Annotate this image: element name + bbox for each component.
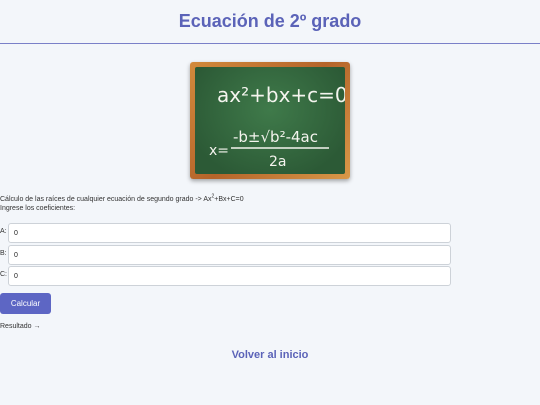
calculate-button[interactable]: Calcular bbox=[0, 293, 51, 314]
formula-denominator: 2a bbox=[269, 154, 287, 170]
coefficient-a-input[interactable] bbox=[8, 223, 451, 243]
back-link-container: Volver al inicio bbox=[0, 345, 540, 363]
coefficient-b-input[interactable] bbox=[8, 245, 451, 265]
result-label: Resultado → bbox=[0, 323, 41, 330]
coefficient-c-input[interactable] bbox=[8, 266, 451, 286]
back-to-home-link[interactable]: Volver al inicio bbox=[232, 349, 309, 361]
description-text: Cálculo de las raíces de cualquier ecuac… bbox=[0, 196, 212, 203]
description-equation-tail: +Bx+C=0 bbox=[214, 196, 244, 203]
formula-equation: ax²+bx+c=0 bbox=[217, 83, 345, 107]
chalkboard-image: ax²+bx+c=0 x= -b±√b²-4ac 2a bbox=[190, 62, 350, 179]
field-row-a: A: bbox=[0, 223, 451, 243]
field-label-c: C: bbox=[0, 271, 7, 278]
description-line-2: Ingrese los coeficientes: bbox=[0, 205, 76, 212]
header: Ecuación de 2º grado bbox=[0, 0, 540, 44]
field-row-c: C: bbox=[0, 266, 451, 286]
formula-drawing: ax²+bx+c=0 x= -b±√b²-4ac 2a bbox=[209, 83, 345, 170]
description-line-1: Cálculo de las raíces de cualquier ecuac… bbox=[0, 194, 540, 204]
page-title: Ecuación de 2º grado bbox=[178, 11, 362, 31]
chalkboard-surface: ax²+bx+c=0 x= -b±√b²-4ac 2a bbox=[195, 67, 345, 174]
field-row-b: B: bbox=[0, 245, 451, 265]
description: Cálculo de las raíces de cualquier ecuac… bbox=[0, 194, 540, 213]
field-label-a: A: bbox=[0, 228, 7, 235]
formula-numerator: -b±√b²-4ac bbox=[233, 128, 318, 146]
formula-prefix: x= bbox=[209, 143, 229, 159]
field-label-b: B: bbox=[0, 250, 7, 257]
